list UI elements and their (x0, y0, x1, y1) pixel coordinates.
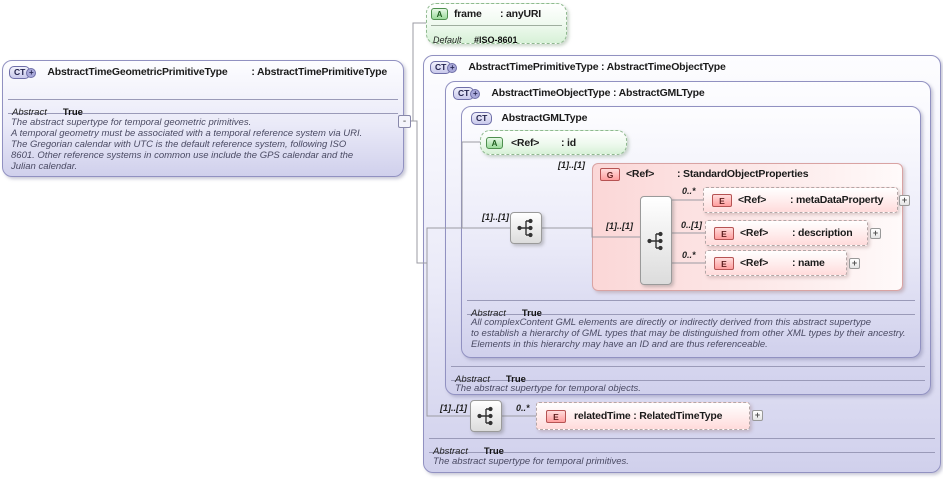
attribute-name: frame (454, 8, 482, 20)
attribute-box-id[interactable]: A <Ref> : id (480, 130, 627, 155)
sequence-icon (647, 231, 663, 250)
type-name: AbstractTimeGeometricPrimitiveType (47, 66, 228, 78)
element-type-label: : metaDataProperty (790, 194, 884, 206)
element-box-related-time[interactable]: E relatedTime : RelatedTimeType (536, 402, 750, 430)
attribute-name: <Ref> (511, 137, 540, 149)
element-icon: E (714, 256, 734, 270)
element-ref-label: <Ref> (740, 227, 769, 239)
element-icon: E (712, 193, 732, 207)
element-box-name[interactable]: E <Ref> : name (705, 250, 847, 276)
group-ref-label: <Ref> (626, 168, 655, 180)
element-icon: E (546, 409, 566, 423)
type-box-abstract-time-geometric-primitive[interactable]: CT + AbstractTimeGeometricPrimitiveType :… (2, 60, 404, 177)
element-icon: E (714, 226, 734, 240)
base-type-name: : AbstractTimePrimitiveType (251, 66, 387, 78)
cardinality-label: 0..[1] (681, 220, 703, 230)
sequence-compositor[interactable] (470, 400, 502, 432)
type-title: AbstractGMLType (501, 112, 588, 124)
complex-type-icon: CT (471, 112, 493, 125)
derived-plus-icon: + (470, 89, 481, 99)
cardinality-label: [1]..[1] (606, 221, 633, 231)
default-value: #ISO-8601 (473, 35, 518, 45)
element-type-label: : name (792, 257, 825, 269)
schema-diagram: CT + AbstractTimePrimitiveType : Abstract… (0, 0, 943, 480)
type-documentation: The abstract supertype for temporal geom… (11, 117, 363, 172)
type-title: AbstractTimePrimitiveType : AbstractTime… (468, 61, 726, 73)
attribute-type: : id (561, 137, 576, 149)
collapse-toggle-icon[interactable]: - (398, 115, 411, 128)
attribute-box-frame[interactable]: A frame : anyURI Default #ISO-8601 (426, 3, 567, 45)
sequence-icon (517, 218, 533, 238)
default-label: Default (433, 35, 462, 45)
type-documentation: All complexContent GML elements are dire… (471, 317, 906, 350)
element-box-description[interactable]: E <Ref> : description (705, 220, 868, 246)
derived-plus-icon: + (447, 63, 458, 73)
sequence-compositor[interactable] (640, 196, 672, 285)
group-type-label: : StandardObjectProperties (677, 168, 809, 180)
expand-icon[interactable]: + (899, 195, 910, 206)
complex-type-icon: CT + (9, 66, 37, 79)
complex-type-icon: CT + (430, 61, 458, 74)
sequence-icon (477, 406, 493, 426)
type-documentation: The abstract supertype for temporal prim… (433, 456, 629, 467)
group-icon: G (600, 168, 620, 181)
sequence-compositor[interactable] (510, 212, 542, 244)
expand-icon[interactable]: + (870, 228, 881, 239)
element-ref-label: <Ref> (738, 194, 767, 206)
divider (431, 25, 562, 26)
element-label: relatedTime : RelatedTimeType (574, 410, 723, 422)
attribute-type: : anyURI (500, 8, 541, 20)
cardinality-label: 0..* (682, 250, 696, 260)
attribute-icon: A (431, 8, 448, 20)
cardinality-label: [1]..[1] (482, 212, 509, 222)
cardinality-label: 0..* (682, 186, 696, 196)
cardinality-label: 0..* (516, 403, 530, 413)
expand-icon[interactable]: + (849, 258, 860, 269)
derived-plus-icon: + (26, 68, 37, 78)
abstract-row: Abstract True (467, 300, 915, 319)
abstract-row: Abstract True (429, 438, 935, 457)
expand-icon[interactable]: + (752, 410, 763, 421)
type-documentation: The abstract supertype for temporal obje… (455, 383, 641, 394)
element-type-label: : description (792, 227, 853, 239)
cardinality-label: [1]..[1] (558, 160, 585, 170)
type-title: AbstractTimeObjectType : AbstractGMLType (491, 87, 705, 99)
element-ref-label: <Ref> (740, 257, 769, 269)
complex-type-icon: CT + (453, 87, 481, 100)
abstract-row: Abstract True (451, 366, 925, 385)
cardinality-label: [1]..[1] (440, 403, 467, 413)
element-box-metadata-property[interactable]: E <Ref> : metaDataProperty (703, 187, 898, 213)
abstract-row: Abstract True (8, 99, 398, 118)
attribute-icon: A (486, 137, 503, 149)
